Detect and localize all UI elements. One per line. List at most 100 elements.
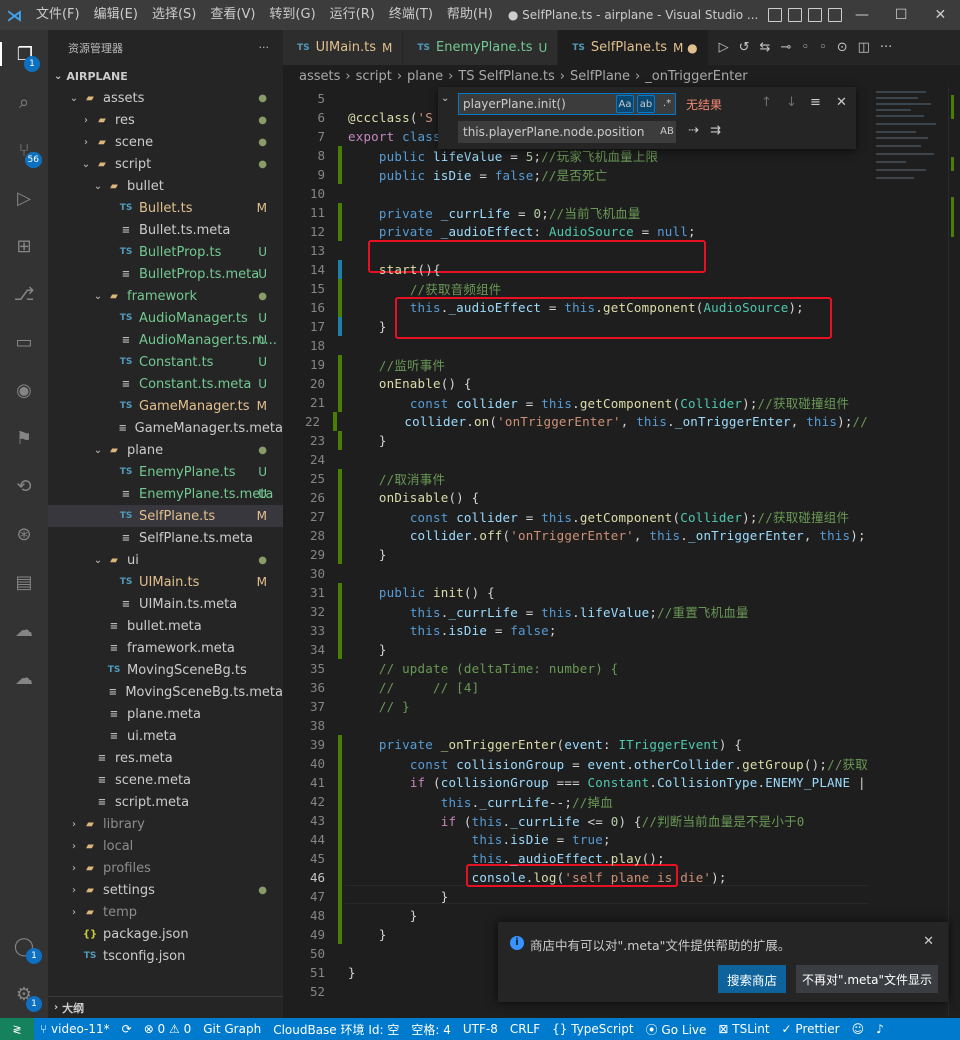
find-in-selection-icon[interactable]: ≡ (810, 95, 821, 110)
git-graph-icon[interactable]: ⎇ (12, 282, 36, 306)
problems-indicator[interactable]: ⊗ 0 ⚠ 0 (138, 1022, 198, 1036)
file-item[interactable]: TS GameManager.ts M (48, 395, 283, 417)
menu-item[interactable]: 帮助(H) (440, 0, 500, 30)
sync-icon[interactable]: ⟳ (116, 1022, 138, 1036)
toggle-replace-icon[interactable]: ⌄ (441, 93, 449, 104)
git-graph-status[interactable]: Git Graph (197, 1022, 267, 1036)
split-editor-icon[interactable]: ◫ (858, 40, 870, 55)
folder-item[interactable]: ⌄ ▰ assets ● (48, 87, 283, 109)
preserve-case-button[interactable]: AB (658, 123, 676, 141)
folder-item[interactable]: › ▰ scene ● (48, 131, 283, 153)
file-item[interactable]: ≡ script.meta (48, 791, 283, 813)
replace-all-icon[interactable]: ⇉ (710, 123, 721, 138)
menu-item[interactable]: 运行(R) (323, 0, 382, 30)
next-change-icon[interactable]: ◦ (819, 40, 827, 55)
folder-item[interactable]: › ▰ res ● (48, 109, 283, 131)
regex-button[interactable]: .* (658, 95, 676, 113)
match-whole-word-button[interactable]: ab (637, 95, 655, 113)
breadcrumb-item[interactable]: plane (407, 69, 443, 84)
cloudbase-env-status[interactable]: CloudBase 环境 Id: 空 (267, 1021, 405, 1038)
github-icon[interactable]: ◉ (12, 378, 36, 402)
search-icon[interactable]: ⌕ (12, 90, 36, 114)
docker-icon[interactable]: ▤ (12, 570, 36, 594)
close-window-button[interactable]: ✕ (921, 0, 960, 30)
eol-status[interactable]: CRLF (504, 1022, 546, 1036)
git-branch[interactable]: ⑂ video-11* (34, 1022, 116, 1036)
file-item[interactable]: ≡ scene.meta (48, 769, 283, 791)
file-item[interactable]: ≡ Constant.ts.meta U (48, 373, 283, 395)
explorer-icon[interactable]: ❐ 1 (0, 42, 48, 72)
editor-tab[interactable]: TS EnemyPlane.ts U (403, 30, 559, 65)
menu-item[interactable]: 选择(S) (145, 0, 203, 30)
file-item[interactable]: TS BulletProp.ts U (48, 241, 283, 263)
folder-item[interactable]: ⌄ ▰ framework ● (48, 285, 283, 307)
replace-icon[interactable]: ⇢ (688, 123, 699, 138)
breadcrumb-item[interactable]: _onTriggerEnter (645, 69, 747, 84)
language-mode-status[interactable]: {} TypeScript (546, 1022, 639, 1036)
file-item[interactable]: ≡ BulletProp.ts.meta U (48, 263, 283, 285)
run-icon[interactable]: ▷ (719, 40, 729, 55)
git-lens-icon[interactable]: ⊙ (837, 40, 848, 55)
menu-item[interactable]: 转到(G) (262, 0, 322, 30)
minimap[interactable] (868, 87, 948, 1017)
folder-item[interactable]: ⌄ ▰ plane ● (48, 439, 283, 461)
file-item[interactable]: ≡ EnemyPlane.ts.meta U (48, 483, 283, 505)
toggle-secondary-sidebar-icon[interactable] (808, 8, 823, 22)
replace-input[interactable] (458, 121, 676, 143)
compare-icon[interactable]: ⇆ (760, 40, 771, 55)
breadcrumb-item[interactable]: SelfPlane (570, 69, 630, 84)
editor-tab[interactable]: TS SelfPlane.ts M ● (558, 30, 709, 65)
folder-item[interactable]: › ▰ local (48, 835, 283, 857)
file-item[interactable]: ≡ plane.meta (48, 703, 283, 725)
extensions-icon[interactable]: ⊞ (12, 234, 36, 258)
indentation-status[interactable]: 空格: 4 (405, 1021, 457, 1038)
gamepad-icon[interactable]: ⊛ (12, 522, 36, 546)
cloud-icon[interactable]: ☁ (12, 618, 36, 642)
file-item[interactable]: TS SelfPlane.ts M (48, 505, 283, 527)
close-notification-icon[interactable]: ✕ (923, 934, 934, 949)
folder-item[interactable]: ⌄ ▰ bullet (48, 175, 283, 197)
menu-item[interactable]: 编辑(E) (87, 0, 145, 30)
breadcrumb-item[interactable]: TS SelfPlane.ts (458, 69, 554, 84)
next-match-icon[interactable]: ↓ (786, 95, 797, 110)
remote-indicator[interactable]: ≷ (0, 1018, 34, 1040)
code-editor[interactable]: 56@ccclass('S7export class SelfPlane ext… (283, 87, 868, 1017)
more-actions-icon[interactable]: ··· (259, 41, 270, 54)
menu-item[interactable]: 查看(V) (203, 0, 262, 30)
file-item[interactable]: TS UIMain.ts M (48, 571, 283, 593)
cloud-sync-icon[interactable]: ☁ (12, 666, 36, 690)
dont-show-again-button[interactable]: 不再对".meta"文件显示 (796, 965, 938, 993)
vertical-scrollbar[interactable] (948, 87, 960, 1017)
source-control-icon[interactable]: ⑂ 56 (12, 138, 42, 168)
close-find-icon[interactable]: ✕ (836, 95, 847, 110)
file-item[interactable]: ≡ SelfPlane.ts.meta (48, 527, 283, 549)
tslint-status[interactable]: ⊠ TSLint (712, 1022, 775, 1036)
workspace-root[interactable]: ⌄ AIRPLANE (48, 65, 283, 87)
file-item[interactable]: ≡ UIMain.ts.meta (48, 593, 283, 615)
prev-change-icon[interactable]: ◦ (801, 40, 809, 55)
match-case-button[interactable]: Aa (616, 95, 634, 113)
file-item[interactable]: ≡ Bullet.ts.meta (48, 219, 283, 241)
folder-item[interactable]: › ▰ library (48, 813, 283, 835)
customize-layout-icon[interactable] (828, 8, 843, 22)
manage-gear-icon[interactable]: ⚙ 1 (12, 982, 42, 1012)
run-debug-icon[interactable]: ▷ (12, 186, 36, 210)
editor-tab[interactable]: TS UIMain.ts M (283, 30, 404, 65)
notifications-bell-icon[interactable]: ♪ (870, 1022, 890, 1036)
file-item[interactable]: ≡ framework.meta (48, 637, 283, 659)
timeline-icon[interactable]: ⟲ (12, 474, 36, 498)
file-item[interactable]: {} package.json (48, 923, 283, 945)
file-item[interactable]: TS Bullet.ts M (48, 197, 283, 219)
previous-match-icon[interactable]: ↑ (761, 95, 772, 110)
folder-item[interactable]: › ▰ settings ● (48, 879, 283, 901)
minimize-button[interactable]: — (842, 0, 881, 30)
folder-item[interactable]: › ▰ temp (48, 901, 283, 923)
outline-section[interactable]: › 大纲 (48, 996, 283, 1018)
breadcrumb-item[interactable]: script (356, 69, 392, 84)
bookmark-icon[interactable]: ⚑ (12, 426, 36, 450)
editor-more-icon[interactable]: ··· (880, 40, 892, 55)
file-item[interactable]: ≡ bullet.meta (48, 615, 283, 637)
menu-item[interactable]: 终端(T) (382, 0, 440, 30)
file-item[interactable]: ≡ ui.meta (48, 725, 283, 747)
file-item[interactable]: ≡ GameManager.ts.meta (48, 417, 283, 439)
